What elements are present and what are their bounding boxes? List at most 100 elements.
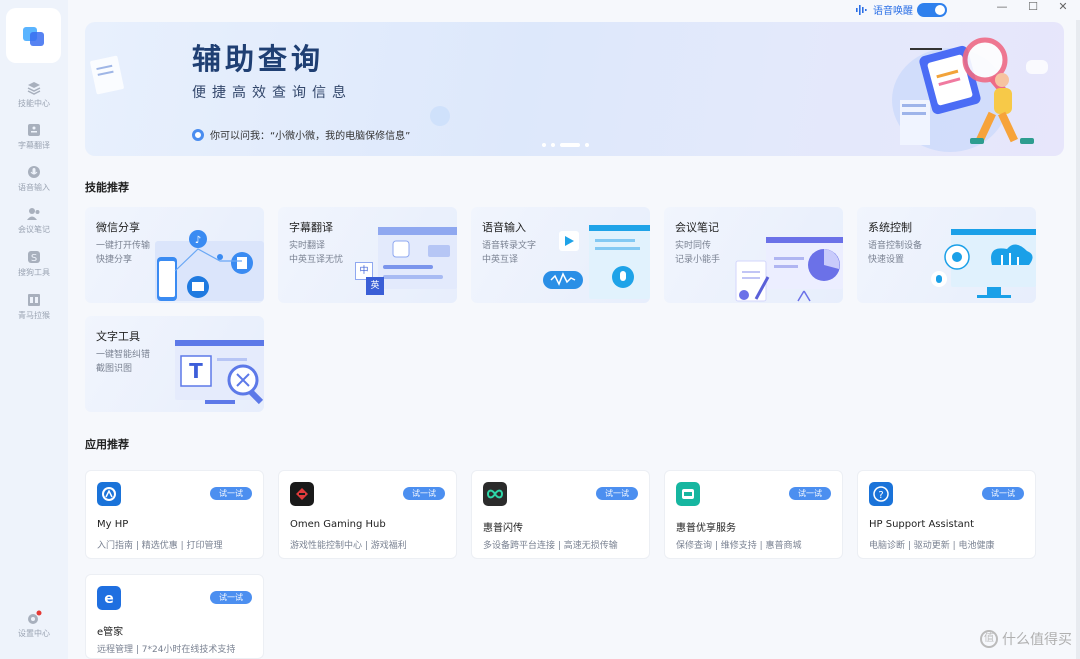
search-illustration (892, 37, 1048, 152)
try-button[interactable]: 试一试 (982, 487, 1024, 500)
sidebar-item-label: 会议笔记 (18, 225, 50, 234)
sidebar: 技能中心 字幕翻译 语音输入 会议笔记 S 搜狗工具 青马拉猴 设置中心 (0, 0, 68, 659)
omen-icon (290, 482, 314, 506)
skill-card-meeting-notes[interactable]: 会议笔记 实时同传 记录小能手 (664, 207, 843, 303)
app-card-hp-premium-service[interactable]: 试一试 惠普优享服务 保修查询 | 维修支持 | 惠普商城 (664, 470, 843, 559)
assistant-icon (192, 128, 204, 141)
svg-text:♪: ♪ (195, 235, 201, 246)
help-icon: ? (869, 482, 893, 506)
app-name: e管家 (97, 627, 124, 638)
try-button[interactable]: 试一试 (403, 487, 445, 500)
sidebar-item-label: 字幕翻译 (18, 141, 50, 150)
skill-desc: 语音转录文字 (482, 241, 537, 251)
watermark-logo: 值 (980, 630, 998, 648)
myhp-icon (97, 482, 121, 506)
banner-subtitle: 便捷高效查询信息 (192, 85, 352, 101)
text-glyph-icon: T (189, 359, 203, 383)
service-icon (676, 482, 700, 506)
carousel-dot[interactable] (542, 143, 546, 147)
sidebar-item-qingma[interactable]: 青马拉猴 (0, 292, 68, 321)
sidebar-item-sogou-tools[interactable]: S 搜狗工具 (0, 249, 68, 278)
banner-hint-text: 你可以问我：“小微小微，我的电脑保修信息” (210, 131, 411, 142)
gear-icon (28, 610, 42, 624)
share-illustration: ♪ (155, 230, 264, 301)
skill-desc: 实时同传 (675, 241, 712, 251)
try-button[interactable]: 试一试 (210, 487, 252, 500)
app-desc: 多设备跨平台连接 | 高速无损传输 (483, 541, 618, 551)
maximize-button[interactable]: ☐ (1026, 0, 1040, 13)
sidebar-item-label: 语音输入 (18, 183, 50, 192)
document-illustration (90, 55, 124, 95)
meeting-illustration (735, 237, 843, 302)
book-icon (28, 294, 40, 306)
minimize-button[interactable]: — (995, 0, 1009, 13)
sidebar-item-subtitle[interactable]: 字幕翻译 (0, 122, 68, 151)
app-card-my-hp[interactable]: 试一试 My HP 入门指南 | 精选优惠 | 打印管理 (85, 470, 264, 559)
app-card-hp-flash-transfer[interactable]: 试一试 惠普闪传 多设备跨平台连接 | 高速无损传输 (471, 470, 650, 559)
carousel-dot[interactable] (585, 143, 589, 147)
skill-desc: 一键打开传输 (96, 241, 151, 251)
svg-text:?: ? (878, 490, 883, 501)
infinity-icon (483, 482, 507, 506)
carousel-dot-active[interactable] (560, 143, 580, 147)
try-button[interactable]: 试一试 (596, 487, 638, 500)
skill-desc: 快捷分享 (96, 255, 133, 265)
skill-desc: 中英互译无忧 (289, 255, 344, 265)
e-manager-icon: e (97, 586, 121, 610)
banner-carousel[interactable]: 辅助查询 便捷高效查询信息 你可以问我：“小微小微，我的电脑保修信息” (85, 22, 1064, 156)
soundwave-icon (856, 4, 867, 15)
app-logo (6, 8, 61, 63)
watermark: 值 什么值得买 (980, 629, 1072, 649)
skill-desc: 实时翻译 (289, 241, 326, 251)
app-card-omen-gaming-hub[interactable]: 试一试 Omen Gaming Hub 游戏性能控制中心 | 游戏福利 (278, 470, 457, 559)
sidebar-item-label: 青马拉猴 (18, 311, 50, 320)
sidebar-item-skill-center[interactable]: 技能中心 (0, 80, 68, 109)
badge-english: 英 (366, 277, 384, 295)
app-desc: 游戏性能控制中心 | 游戏福利 (290, 541, 407, 551)
voice-wake-label: 语音唤醒 (873, 6, 913, 17)
skill-desc: 一键智能纠错 (96, 350, 151, 360)
sidebar-item-label: 搜狗工具 (18, 268, 50, 277)
app-name: Omen Gaming Hub (290, 519, 386, 530)
skill-card-subtitle-translate[interactable]: 字幕翻译 实时翻译 中英互译无忧 中 英 (278, 207, 457, 303)
scrollbar[interactable] (1076, 20, 1080, 659)
app-desc: 保修查询 | 维修支持 | 惠普商城 (676, 541, 802, 551)
layers-icon (27, 82, 41, 95)
sidebar-item-settings[interactable]: 设置中心 (0, 610, 68, 639)
skill-title: 语音输入 (482, 221, 526, 234)
app-card-hp-support-assistant[interactable]: ? 试一试 HP Support Assistant 电脑诊断 | 驱动更新 |… (857, 470, 1036, 559)
skill-card-voice-input[interactable]: 语音输入 语音转录文字 中英互译 (471, 207, 650, 303)
skill-title: 文字工具 (96, 330, 140, 343)
skill-desc: 快速设置 (868, 255, 905, 265)
skill-desc: 中英互译 (482, 255, 519, 265)
skill-card-wechat-share[interactable]: 微信分享 一键打开传输 快捷分享 ♪ (85, 207, 264, 303)
skill-desc: 截图识图 (96, 364, 133, 374)
voice-wake-control: 语音唤醒 (855, 2, 947, 17)
banner-title: 辅助查询 (192, 42, 325, 76)
try-button[interactable]: 试一试 (789, 487, 831, 500)
skill-title: 字幕翻译 (289, 221, 333, 234)
app-card-e-manager[interactable]: e 试一试 e管家 远程管理 | 7*24小时在线技术支持 (85, 574, 264, 659)
carousel-dot[interactable] (551, 143, 555, 147)
try-button[interactable]: 试一试 (210, 591, 252, 604)
system-control-illustration (931, 229, 1036, 298)
sidebar-item-meeting-notes[interactable]: 会议笔记 (0, 206, 68, 235)
meeting-icon (27, 208, 40, 220)
apps-section-title: 应用推荐 (85, 438, 129, 451)
sidebar-item-label: 设置中心 (18, 629, 50, 638)
app-name: My HP (97, 519, 129, 530)
app-name: 惠普优享服务 (676, 523, 736, 534)
skill-desc: 记录小能手 (675, 255, 721, 265)
mic-icon (28, 166, 40, 178)
voice-wake-toggle[interactable] (917, 2, 947, 17)
close-button[interactable]: ✕ (1056, 0, 1070, 13)
carousel-indicator[interactable] (542, 143, 589, 147)
app-name: 惠普闪传 (483, 523, 523, 534)
app-desc: 电脑诊断 | 驱动更新 | 电池健康 (869, 541, 995, 551)
skill-card-text-tools[interactable]: 文字工具 一键智能纠错 截图识图 T (85, 316, 264, 412)
skill-card-system-control[interactable]: 系统控制 语音控制设备 快速设置 (857, 207, 1036, 303)
sidebar-item-label: 技能中心 (18, 99, 50, 108)
decor-bubble (430, 106, 450, 126)
sidebar-item-voice-input[interactable]: 语音输入 (0, 164, 68, 193)
svg-text:S: S (31, 253, 37, 264)
